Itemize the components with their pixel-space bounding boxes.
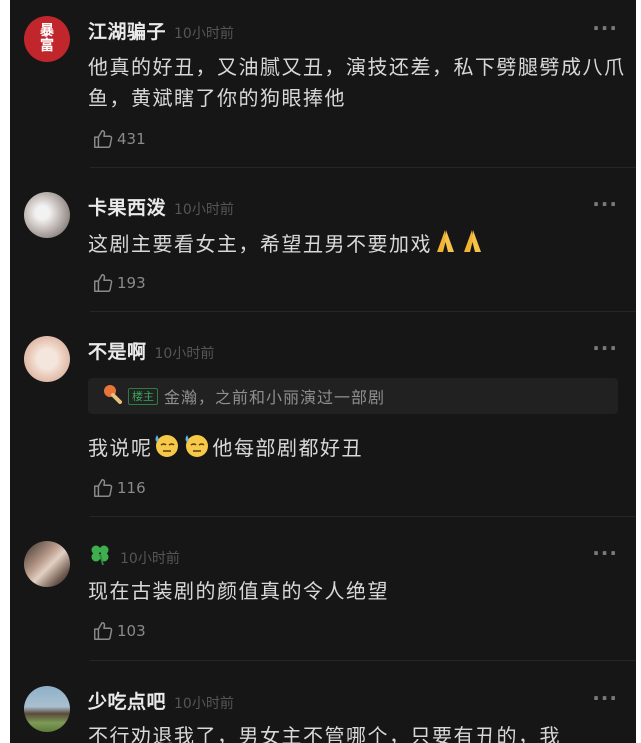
user-name[interactable]: 江湖骗子 10小时前: [88, 17, 234, 44]
thumbs-up-icon: [94, 479, 113, 497]
divider: [90, 516, 636, 517]
comment-list: 暴富 江湖骗子 10小时前 ··· 他真的好丑，又油腻又丑，演技还差，私下劈腿劈成…: [10, 0, 636, 743]
like-button[interactable]: 103: [92, 620, 146, 642]
thumbs-up-icon: [94, 274, 113, 292]
user-name[interactable]: 不是啊 10小时前: [88, 337, 214, 364]
avatar[interactable]: [24, 192, 70, 238]
ice-cream-icon: [102, 384, 122, 408]
thumbs-up-icon: [94, 130, 113, 148]
user-name-text: 不是啊: [88, 341, 147, 363]
sweat-face-emoji-icon: [153, 432, 213, 467]
comment-time: 10小时前: [154, 346, 215, 362]
more-options-icon[interactable]: ···: [592, 336, 618, 360]
user-name-text: 少吃点吧: [88, 691, 167, 713]
like-button[interactable]: 116: [92, 477, 146, 499]
avatar[interactable]: [24, 541, 70, 587]
like-button[interactable]: 431: [92, 128, 146, 150]
user-name-text: 卡果西泼: [88, 197, 167, 219]
avatar[interactable]: 暴富: [24, 16, 70, 62]
like-count: 103: [117, 622, 146, 640]
comment-text-body: 这剧主要看女主，希望丑男不要加戏: [88, 232, 432, 256]
comment-text-start: 我说呢: [88, 436, 153, 460]
comment-text: 这剧主要看女主，希望丑男不要加戏: [88, 228, 628, 263]
user-name[interactable]: 少吃点吧 10小时前: [88, 687, 234, 714]
avatar-text: 暴富: [40, 23, 54, 54]
user-name[interactable]: 卡果西泼 10小时前: [88, 193, 234, 220]
comment-text: 他真的好丑，又油腻又丑，演技还差，私下劈腿劈成八爪鱼，黄斌瞎了你的狗眼捧他: [88, 55, 626, 110]
user-name[interactable]: 10小时前: [88, 542, 180, 571]
user-name-text: 江湖骗子: [88, 21, 167, 43]
more-options-icon[interactable]: ···: [592, 541, 618, 565]
op-badge: 楼主: [128, 387, 158, 405]
comment-text: 不行劝退我了，男女主不管哪个，只要有丑的，我: [88, 724, 561, 743]
more-options-icon[interactable]: ···: [592, 686, 618, 710]
avatar[interactable]: [24, 336, 70, 382]
folded-hands-emoji-icon: [432, 228, 486, 263]
like-count: 431: [117, 130, 146, 148]
avatar[interactable]: [24, 686, 70, 732]
comment-time: 10小时前: [174, 202, 234, 218]
comment-time: 10小时前: [120, 551, 180, 567]
comment-text-end: 他每部剧都好丑: [212, 436, 363, 460]
thumbs-up-icon: [94, 622, 113, 640]
clover-icon: [88, 542, 112, 571]
more-options-icon[interactable]: ···: [592, 192, 618, 216]
comment-text: 现在古装剧的颜值真的令人绝望: [88, 579, 389, 603]
quoted-reply[interactable]: 楼主 金瀚，之前和小丽演过一部剧: [88, 378, 618, 414]
like-button[interactable]: 193: [92, 272, 146, 294]
comment-time: 10小时前: [174, 696, 234, 712]
comment-text: 我说呢 他每部剧都好丑: [88, 432, 628, 467]
like-count: 116: [117, 479, 146, 497]
more-options-icon[interactable]: ···: [592, 16, 618, 40]
like-count: 193: [117, 274, 146, 292]
divider: [90, 311, 636, 312]
divider: [90, 660, 636, 661]
comment-time: 10小时前: [174, 26, 234, 42]
divider: [90, 167, 636, 168]
quote-text: 金瀚，之前和小丽演过一部剧: [164, 388, 386, 407]
